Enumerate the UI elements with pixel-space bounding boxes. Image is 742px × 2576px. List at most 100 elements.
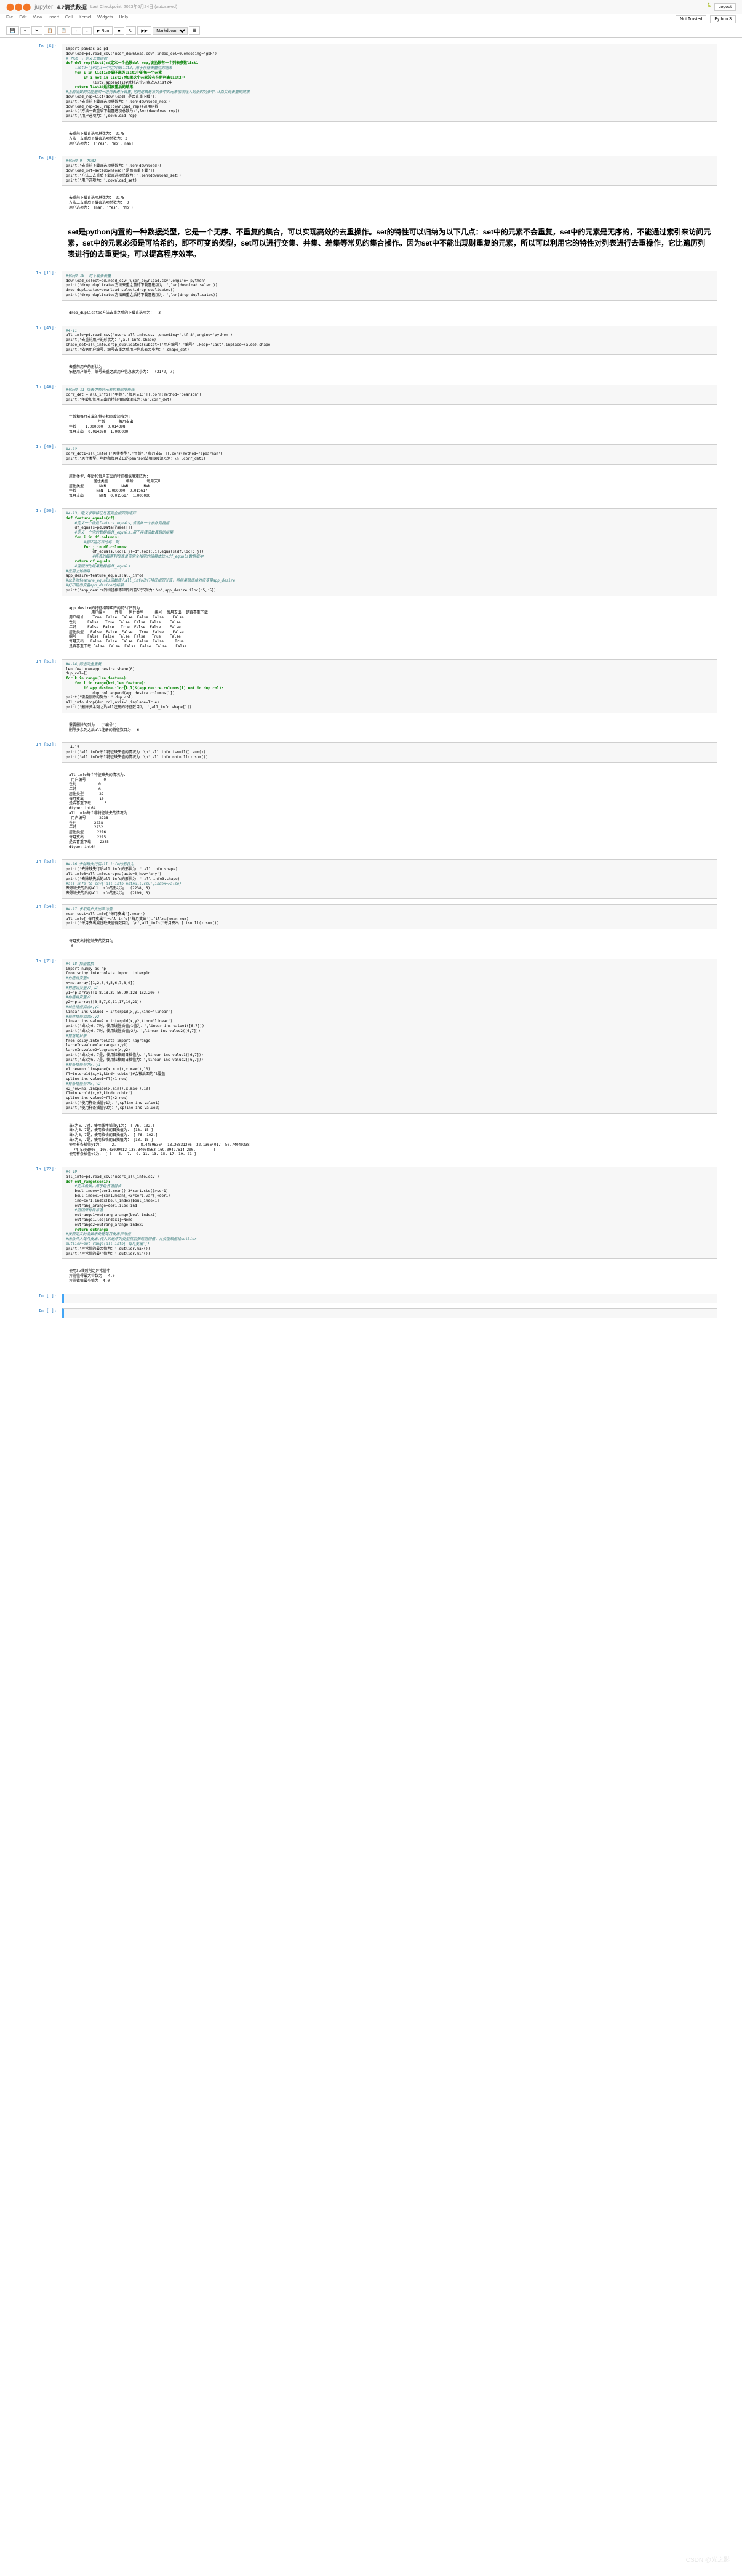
cell[interactable]: app_desire的特征相等矩阵的前5行5列为： 用户编号 性别 居住类型 编…	[25, 601, 717, 654]
cell[interactable]: 去重前下载喜选项总数为： 2175 方法二去重后下载喜选项总数为： 3 用户选项…	[25, 191, 717, 215]
move-down-button[interactable]: ↓	[82, 27, 92, 35]
cell[interactable]: In [52]: 4-15print('all_info每个特征缺失值的情况为：…	[25, 742, 717, 762]
input-prompt: In [45]:	[25, 326, 62, 356]
cell[interactable]: 去重前下载喜选项总数为： 2175 方法一去重后下载喜选项总数为: 3 用户选项…	[25, 127, 717, 151]
menu-kernel[interactable]: Kernel	[79, 15, 91, 23]
empty-code-input[interactable]	[62, 1294, 717, 1303]
input-prompt: In [46]:	[25, 385, 62, 405]
code-input[interactable]: #4-11all_info=pd.read_csv('users_all_inf…	[62, 326, 717, 356]
header: ⬤⬤⬤ jupyter 4.2清洗数据 Last Checkpoint: 202…	[0, 0, 742, 14]
output-area: 年龄和每月支出的特征相似度矩阵为: 年龄 每月支出 年龄 1.000000 0.…	[65, 412, 714, 436]
code-input[interactable]: #代码4-9 方法2print('去重前下载喜选项总数为：',len(downl…	[62, 156, 717, 186]
output-prompt	[28, 1266, 65, 1286]
cell[interactable]: In [6]:import pandas as pddownload=pd.re…	[25, 44, 717, 122]
toolbar: 💾 + ✂ 📋 📋 ↑ ↓ ▶ Run ■ ↻ ▶▶ Markdown ☰	[0, 25, 742, 38]
code-input[interactable]: #4-12corr_det1=all_info[['居住类型','年龄','每月…	[62, 444, 717, 465]
save-button[interactable]: 💾	[6, 26, 19, 35]
code-input[interactable]: 4-15print('all_info每个特征缺失值的情况为：\n',all_i…	[62, 742, 717, 762]
cell[interactable]: In [50]:#4-13，定义求取特征是否完全相同的矩阵def feature…	[25, 508, 717, 596]
logo-area: ⬤⬤⬤ jupyter 4.2清洗数据 Last Checkpoint: 202…	[6, 2, 177, 11]
cell[interactable]: In [ ]:	[25, 1294, 717, 1303]
kernel-indicator[interactable]: Python 3	[710, 15, 736, 23]
copy-button[interactable]: 📋	[44, 26, 57, 35]
cell[interactable]: In [49]:#4-12corr_det1=all_info[['居住类型',…	[25, 444, 717, 465]
menu-edit[interactable]: Edit	[19, 15, 26, 23]
menu-widgets[interactable]: Widgets	[97, 15, 113, 23]
cell[interactable]: 每月支出特征缺失的数目为： 0	[25, 934, 717, 954]
cell[interactable]: all_info每个特征缺失的情况为： 用户编号 0 性别 0 年龄 6 居住类…	[25, 768, 717, 855]
output-prompt	[28, 472, 65, 501]
cell[interactable]: In [72]:#4-19all_info=pd.read_csv('users…	[25, 1167, 717, 1259]
menu-cell[interactable]: Cell	[65, 15, 73, 23]
empty-code-input[interactable]	[62, 1308, 717, 1318]
output-prompt	[28, 604, 65, 652]
output-area: 居住类型、年龄和每月支出的特征相似度矩阵为： 居住类型 年龄 每月支出 居住类型…	[65, 472, 714, 501]
output-area: 需要删除的列为： ['编号'] 删除多余列之后all注册的特征数目为： 6	[65, 721, 714, 735]
run-all-button[interactable]: ▶▶	[137, 26, 151, 35]
watermark: CSDN @光之影	[686, 2554, 730, 2564]
input-prompt: In [ ]:	[25, 1308, 62, 1318]
cell[interactable]: In [46]:#代码4-11 求表中两列元素的相似度矩阵corr_det = …	[25, 385, 717, 405]
cell[interactable]: 使用3o准则判定异常值中 异常值得最大个数为：-4.0 异常错值最小值为 -4.…	[25, 1264, 717, 1288]
cell[interactable]: In [54]:#4-17 求取用户支出平均值mean_cost=all_inf…	[25, 904, 717, 929]
output-area: 当x为6、7时，使用线性插值y1为： [ 76. 102.] 当x为6、7是，使…	[65, 1121, 714, 1160]
code-input[interactable]: #代码4-11 求表中两列元素的相似度矩阵corr_det = all_info…	[62, 385, 717, 405]
code-input[interactable]: #代码4-10 对下载表去重download_select=pd.read_cs…	[62, 271, 717, 301]
cut-button[interactable]: ✂	[31, 26, 42, 35]
input-prompt: In [72]:	[25, 1167, 62, 1259]
code-input[interactable]: import pandas as pddownload=pd.read_csv(…	[62, 44, 717, 122]
input-prompt: In [52]:	[25, 742, 62, 762]
menu-insert[interactable]: Insert	[48, 15, 59, 23]
input-prompt: In [71]:	[25, 959, 62, 1114]
cell[interactable]: In [71]:#4-18 插值替换import numpy as npfrom…	[25, 959, 717, 1114]
cell-type-select[interactable]: Markdown	[153, 27, 188, 35]
cell[interactable]: set是python内置的一种数据类型，它是一个无序、不重复的集合，可以实现高效…	[25, 220, 717, 266]
cell[interactable]: 需要删除的列为： ['编号'] 删除多余列之后all注册的特征数目为： 6	[25, 718, 717, 738]
cell[interactable]: In [53]:#4-16 去除缺失行后all_info的形状为：print('…	[25, 859, 717, 899]
cell[interactable]: 年龄和每月支出的特征相似度矩阵为: 年龄 每月支出 年龄 1.000000 0.…	[25, 410, 717, 439]
cell[interactable]: drop_duplicates方法去重之后的下载喜选项为： 3	[25, 306, 717, 321]
output-prompt	[28, 1121, 65, 1160]
logout-button[interactable]: Logout	[714, 3, 736, 11]
markdown-cell[interactable]: set是python内置的一种数据类型，它是一个无序、不重复的集合，可以实现高效…	[62, 220, 717, 266]
output-prompt	[28, 770, 65, 852]
input-prompt: In [50]:	[25, 508, 62, 596]
cell[interactable]: 居住类型、年龄和每月支出的特征相似度矩阵为： 居住类型 年龄 每月支出 居住类型…	[25, 470, 717, 503]
cell[interactable]: In [45]:#4-11all_info=pd.read_csv('users…	[25, 326, 717, 356]
command-palette-button[interactable]: ☰	[189, 26, 200, 35]
output-prompt	[28, 129, 65, 148]
restart-button[interactable]: ↻	[126, 26, 137, 35]
filename[interactable]: 4.2清洗数据	[57, 3, 87, 11]
code-input[interactable]: #4-13，定义求取特征是否完全相同的矩阵def feature_equals(…	[62, 508, 717, 596]
run-button[interactable]: ▶ Run	[93, 26, 113, 35]
menu-file[interactable]: File	[6, 15, 13, 23]
input-prompt: In [11]:	[25, 271, 62, 301]
input-prompt: In [49]:	[25, 444, 62, 465]
code-input[interactable]: #4-19all_info=pd.read_csv('users_all_inf…	[62, 1167, 717, 1259]
code-input[interactable]: #4-18 插值替换import numpy as npfrom scipy.i…	[62, 959, 717, 1114]
output-area: 使用3o准则判定异常值中 异常值得最大个数为：-4.0 异常错值最小值为 -4.…	[65, 1266, 714, 1286]
stop-button[interactable]: ■	[114, 27, 124, 35]
cell[interactable]: 当x为6、7时，使用线性插值y1为： [ 76. 102.] 当x为6、7是，使…	[25, 1119, 717, 1162]
output-area: drop_duplicates方法去重之后的下载喜选项为： 3	[65, 308, 714, 318]
code-input[interactable]: #4-17 求取用户支出平均值mean_cost=all_info['每月支出'…	[62, 904, 717, 929]
cell[interactable]: In [ ]:	[25, 1308, 717, 1318]
menu-view[interactable]: View	[33, 15, 42, 23]
input-prompt: In [8]:	[25, 156, 62, 186]
code-input[interactable]: #4-14,筛选完全重复len_feature=app_desire.shape…	[62, 659, 717, 713]
cell[interactable]: 去重前用户的形状为： 依据用户编号，编号去重之后用户信息表大小为： (2172,…	[25, 360, 717, 380]
cell[interactable]: In [51]:#4-14,筛选完全重复len_feature=app_desi…	[25, 659, 717, 713]
output-prompt	[28, 721, 65, 735]
add-cell-button[interactable]: +	[20, 27, 30, 35]
cell[interactable]: In [8]:#代码4-9 方法2print('去重前下载喜选项总数为：',le…	[25, 156, 717, 186]
output-area: 去重前下载喜选项总数为： 2175 方法二去重后下载喜选项总数为： 3 用户选项…	[65, 193, 714, 212]
paste-button[interactable]: 📋	[57, 26, 70, 35]
code-input[interactable]: #4-16 去除缺失行后all_info的形状为：print('去除缺失行后al…	[62, 859, 717, 899]
menu-help[interactable]: Help	[119, 15, 128, 23]
cell[interactable]: In [11]:#代码4-10 对下载表去重download_select=pd…	[25, 271, 717, 301]
input-prompt: In [53]:	[25, 859, 62, 899]
menubar: File Edit View Insert Cell Kernel Widget…	[0, 14, 742, 25]
trust-button[interactable]: Not Trusted	[676, 15, 706, 23]
output-prompt	[28, 308, 65, 318]
move-up-button[interactable]: ↑	[71, 27, 81, 35]
